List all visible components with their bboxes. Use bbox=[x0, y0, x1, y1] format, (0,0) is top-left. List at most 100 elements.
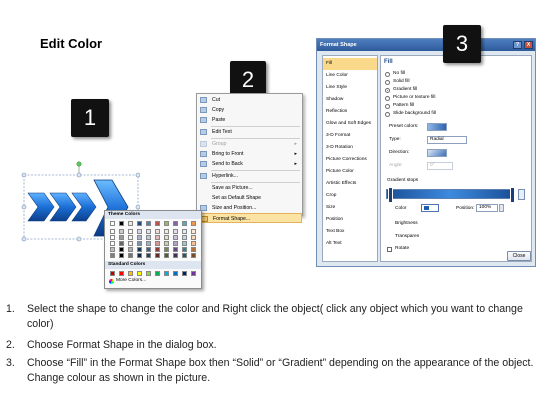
color-swatch[interactable] bbox=[128, 235, 133, 240]
color-swatch[interactable] bbox=[146, 229, 151, 234]
color-swatch[interactable] bbox=[173, 253, 178, 258]
menu-item-edit-text[interactable]: Edit Text bbox=[197, 127, 302, 137]
color-swatch[interactable] bbox=[164, 253, 169, 258]
color-swatch[interactable] bbox=[110, 271, 115, 276]
color-swatch[interactable] bbox=[119, 247, 124, 252]
color-swatch[interactable] bbox=[182, 235, 187, 240]
category-fill[interactable]: Fill bbox=[323, 58, 377, 70]
color-swatch[interactable] bbox=[182, 221, 187, 226]
rotate-checkbox[interactable] bbox=[387, 247, 392, 252]
category-3d-rotation[interactable]: 3-D Rotation bbox=[323, 142, 377, 154]
color-swatch[interactable] bbox=[146, 253, 151, 258]
color-swatch[interactable] bbox=[173, 229, 178, 234]
color-swatch[interactable] bbox=[164, 271, 169, 276]
color-swatch[interactable] bbox=[110, 253, 115, 258]
color-swatch[interactable] bbox=[173, 271, 178, 276]
color-swatch[interactable] bbox=[191, 221, 196, 226]
position-spinner[interactable] bbox=[499, 204, 504, 212]
radio-picture-fill[interactable] bbox=[385, 96, 390, 101]
category-shadow[interactable]: Shadow bbox=[323, 94, 377, 106]
color-swatch[interactable] bbox=[146, 271, 151, 276]
color-swatch[interactable] bbox=[173, 221, 178, 226]
color-swatch[interactable] bbox=[182, 253, 187, 258]
direction-dropdown[interactable] bbox=[427, 149, 447, 157]
color-swatch[interactable] bbox=[146, 235, 151, 240]
gradient-stop-left[interactable] bbox=[388, 187, 393, 203]
color-swatch[interactable] bbox=[110, 235, 115, 240]
type-dropdown[interactable]: Radial bbox=[427, 136, 467, 144]
color-swatch[interactable] bbox=[128, 271, 133, 276]
color-swatch[interactable] bbox=[191, 253, 196, 258]
menu-item-bring-to-front[interactable]: Bring to Front ▸ bbox=[197, 149, 302, 159]
color-swatch[interactable] bbox=[164, 247, 169, 252]
color-swatch[interactable] bbox=[155, 247, 160, 252]
color-swatch[interactable] bbox=[155, 241, 160, 246]
category-reflection[interactable]: Reflection bbox=[323, 106, 377, 118]
radio-no-fill[interactable] bbox=[385, 72, 390, 77]
add-stop-button[interactable] bbox=[518, 189, 525, 200]
color-swatch[interactable] bbox=[173, 247, 178, 252]
color-swatch[interactable] bbox=[119, 221, 124, 226]
gradient-stop-right[interactable] bbox=[510, 187, 515, 203]
color-picker-button[interactable] bbox=[421, 204, 439, 212]
menu-item-format-shape[interactable]: Format Shape... bbox=[197, 213, 302, 223]
color-swatch[interactable] bbox=[119, 253, 124, 258]
color-swatch[interactable] bbox=[164, 221, 169, 226]
color-swatch[interactable] bbox=[191, 241, 196, 246]
color-swatch[interactable] bbox=[119, 235, 124, 240]
color-swatch[interactable] bbox=[128, 247, 133, 252]
color-swatch[interactable] bbox=[155, 253, 160, 258]
category-text-box[interactable]: Text Box bbox=[323, 226, 377, 238]
preset-colors-dropdown[interactable] bbox=[427, 123, 447, 131]
menu-item-save-as-picture[interactable]: Save as Picture... bbox=[197, 183, 302, 193]
color-swatch[interactable] bbox=[119, 229, 124, 234]
menu-item-cut[interactable]: Cut bbox=[197, 95, 302, 105]
menu-item-set-default-shape[interactable]: Set as Default Shape bbox=[197, 193, 302, 203]
color-swatch[interactable] bbox=[182, 247, 187, 252]
color-swatch[interactable] bbox=[155, 271, 160, 276]
category-alt-text[interactable]: Alt Text bbox=[323, 238, 377, 250]
radio-pattern-fill[interactable] bbox=[385, 104, 390, 109]
color-swatch[interactable] bbox=[146, 241, 151, 246]
color-swatch[interactable] bbox=[164, 235, 169, 240]
category-artistic-effects[interactable]: Artistic Effects bbox=[323, 178, 377, 190]
radio-solid-fill[interactable] bbox=[385, 80, 390, 85]
position-field[interactable]: 100% bbox=[476, 204, 498, 212]
color-swatch[interactable] bbox=[191, 235, 196, 240]
gradient-stops-bar[interactable] bbox=[386, 189, 514, 199]
help-button[interactable]: ? bbox=[513, 41, 522, 49]
category-size[interactable]: Size bbox=[323, 202, 377, 214]
color-swatch[interactable] bbox=[128, 229, 133, 234]
color-swatch[interactable] bbox=[110, 221, 115, 226]
more-colors-link[interactable]: More Colors... bbox=[116, 278, 146, 283]
color-swatch[interactable] bbox=[164, 229, 169, 234]
color-swatch[interactable] bbox=[137, 241, 142, 246]
color-swatch[interactable] bbox=[137, 271, 142, 276]
color-swatch[interactable] bbox=[119, 271, 124, 276]
color-swatch[interactable] bbox=[137, 235, 142, 240]
color-swatch[interactable] bbox=[137, 229, 142, 234]
category-3d-format[interactable]: 3-D Format bbox=[323, 130, 377, 142]
color-swatch[interactable] bbox=[128, 253, 133, 258]
category-picture-corrections[interactable]: Picture Corrections bbox=[323, 154, 377, 166]
color-swatch[interactable] bbox=[191, 229, 196, 234]
close-icon[interactable]: X bbox=[524, 41, 533, 49]
menu-item-copy[interactable]: Copy bbox=[197, 105, 302, 115]
menu-item-group[interactable]: Group ▸ bbox=[197, 139, 302, 149]
color-swatch[interactable] bbox=[137, 253, 142, 258]
radio-slide-background-fill[interactable] bbox=[385, 112, 390, 117]
close-button[interactable]: Close bbox=[507, 251, 531, 261]
menu-item-size-and-position[interactable]: Size and Position... bbox=[197, 203, 302, 213]
radio-gradient-fill[interactable] bbox=[385, 88, 390, 93]
color-swatch[interactable] bbox=[155, 229, 160, 234]
category-position[interactable]: Position bbox=[323, 214, 377, 226]
color-swatch[interactable] bbox=[146, 221, 151, 226]
color-swatch[interactable] bbox=[146, 247, 151, 252]
color-swatch[interactable] bbox=[128, 241, 133, 246]
color-swatch[interactable] bbox=[173, 235, 178, 240]
color-swatch[interactable] bbox=[119, 241, 124, 246]
color-swatch[interactable] bbox=[191, 271, 196, 276]
color-swatch[interactable] bbox=[110, 229, 115, 234]
color-swatch[interactable] bbox=[110, 241, 115, 246]
angle-field[interactable]: 0° bbox=[427, 162, 453, 170]
